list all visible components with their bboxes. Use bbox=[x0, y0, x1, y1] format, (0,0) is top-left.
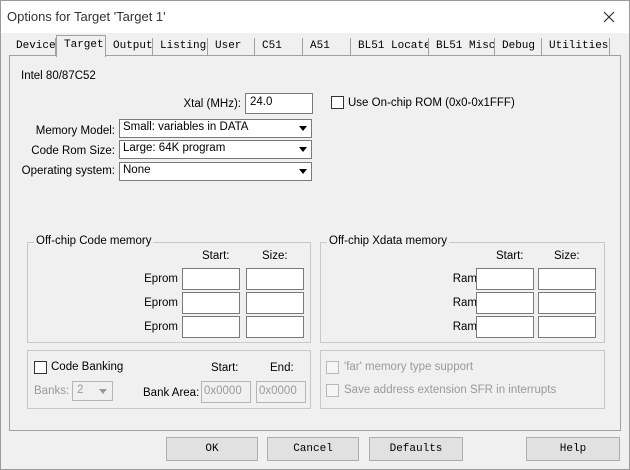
help-button[interactable]: Help bbox=[526, 437, 620, 461]
code-rom-label: Code Rom Size: bbox=[31, 145, 115, 157]
options-dialog: Options for Target 'Target 1' Device Tar… bbox=[0, 0, 630, 470]
banks-select[interactable]: 2 bbox=[72, 381, 113, 401]
window-title: Options for Target 'Target 1' bbox=[7, 9, 166, 24]
eprom-start-input[interactable] bbox=[182, 292, 240, 314]
tab-output[interactable]: Output bbox=[106, 38, 153, 56]
memory-model-label: Memory Model: bbox=[35, 125, 115, 137]
eprom-label: Eprom bbox=[144, 321, 178, 333]
code-memory-group: Off-chip Code memory Start: Size: Eprom … bbox=[27, 235, 311, 343]
tab-debug[interactable]: Debug bbox=[495, 38, 542, 56]
xdata-start-header: Start: bbox=[496, 250, 524, 262]
xdata-memory-title: Off-chip Xdata memory bbox=[327, 235, 450, 247]
tab-bl51-misc[interactable]: BL51 Misc bbox=[429, 38, 495, 56]
eprom-size-input[interactable] bbox=[246, 268, 304, 290]
chevron-down-icon bbox=[294, 120, 311, 137]
eprom-label: Eprom bbox=[144, 297, 178, 309]
bank-area-label: Bank Area: bbox=[143, 387, 200, 399]
code-banking-group: Code Banking Start: End: Banks: 2 Bank A… bbox=[27, 350, 311, 409]
save-sfr-checkbox[interactable] bbox=[326, 384, 339, 397]
code-size-header: Size: bbox=[262, 250, 288, 262]
eprom-start-input[interactable] bbox=[182, 316, 240, 338]
tab-listing[interactable]: Listing bbox=[153, 38, 208, 56]
eprom-size-input[interactable] bbox=[246, 316, 304, 338]
ram-start-input[interactable] bbox=[476, 316, 534, 338]
tab-utilities[interactable]: Utilities bbox=[542, 38, 610, 56]
code-banking-label: Code Banking bbox=[51, 361, 124, 373]
eprom-start-input[interactable] bbox=[182, 268, 240, 290]
device-name: Intel 80/87C52 bbox=[21, 70, 96, 82]
code-rom-value: Large: 64K program bbox=[123, 142, 226, 154]
tab-a51[interactable]: A51 bbox=[303, 38, 351, 56]
tab-bl51-locate[interactable]: BL51 Locate bbox=[351, 38, 429, 56]
os-label: Operating system: bbox=[21, 165, 115, 177]
tab-c51[interactable]: C51 bbox=[255, 38, 303, 56]
memory-model-value: Small: variables in DATA bbox=[123, 121, 249, 133]
code-memory-title: Off-chip Code memory bbox=[34, 235, 154, 247]
memory-model-select[interactable]: Small: variables in DATA bbox=[119, 119, 312, 138]
banks-label: Banks: bbox=[34, 385, 70, 397]
ram-size-input[interactable] bbox=[538, 316, 596, 338]
xtal-input[interactable]: 24.0 bbox=[245, 93, 313, 114]
tab-target[interactable]: Target bbox=[56, 35, 106, 57]
ram-size-input[interactable] bbox=[538, 292, 596, 314]
ram-label: Ram bbox=[452, 273, 477, 285]
title-bar: Options for Target 'Target 1' bbox=[1, 1, 629, 33]
use-onchip-rom-checkbox[interactable] bbox=[331, 96, 344, 109]
code-rom-select[interactable]: Large: 64K program bbox=[119, 140, 312, 159]
os-value: None bbox=[123, 164, 151, 176]
ram-start-input[interactable] bbox=[476, 268, 534, 290]
chevron-down-icon bbox=[294, 141, 311, 158]
target-tab-panel: Intel 80/87C52 Xtal (MHz): 24.0 Use On-c… bbox=[9, 55, 621, 431]
ok-button[interactable]: OK bbox=[166, 437, 258, 461]
tab-strip: Device Target Output Listing User C51 A5… bbox=[9, 35, 621, 57]
code-start-header: Start: bbox=[202, 250, 230, 262]
cancel-button[interactable]: Cancel bbox=[267, 437, 359, 461]
ram-start-input[interactable] bbox=[476, 292, 534, 314]
far-memory-checkbox[interactable] bbox=[326, 361, 339, 374]
save-sfr-label: Save address extension SFR in interrupts bbox=[344, 384, 557, 396]
bank-area-end-input[interactable]: 0x0000 bbox=[256, 381, 306, 403]
xtal-label: Xtal (MHz): bbox=[183, 98, 242, 110]
use-onchip-rom-label: Use On-chip ROM (0x0-0x1FFF) bbox=[348, 97, 515, 109]
xdata-memory-group: Off-chip Xdata memory Start: Size: Ram R… bbox=[320, 235, 605, 343]
eprom-size-input[interactable] bbox=[246, 292, 304, 314]
close-icon[interactable] bbox=[599, 7, 619, 27]
defaults-button[interactable]: Defaults bbox=[369, 437, 463, 461]
bank-start-header: Start: bbox=[211, 362, 239, 374]
eprom-label: Eprom bbox=[144, 273, 178, 285]
far-memory-label: 'far' memory type support bbox=[344, 361, 474, 373]
far-memory-group: 'far' memory type support Save address e… bbox=[320, 350, 605, 409]
ram-label: Ram bbox=[452, 297, 477, 309]
tab-device[interactable]: Device bbox=[9, 38, 56, 56]
ram-label: Ram bbox=[452, 321, 477, 333]
ram-size-input[interactable] bbox=[538, 268, 596, 290]
tab-user[interactable]: User bbox=[208, 38, 255, 56]
banks-value: 2 bbox=[77, 384, 84, 396]
code-banking-checkbox[interactable] bbox=[34, 361, 47, 374]
bank-end-header: End: bbox=[270, 362, 294, 374]
bank-area-start-input[interactable]: 0x0000 bbox=[201, 381, 251, 403]
os-select[interactable]: None bbox=[119, 162, 312, 181]
xdata-size-header: Size: bbox=[554, 250, 580, 262]
chevron-down-icon bbox=[294, 163, 311, 180]
